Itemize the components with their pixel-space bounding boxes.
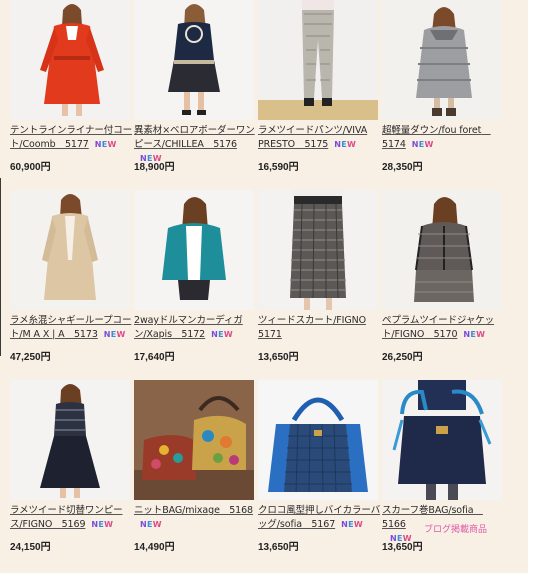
product-title-link[interactable]: ニットBAG/mixage 5168NEW	[134, 504, 258, 532]
product-price: 28,350円	[382, 162, 423, 173]
product-price: 17,640円	[134, 352, 175, 363]
product-price: 13,650円	[258, 352, 299, 363]
product-title-link[interactable]: 2wayドルマンカーディガン/Xapis 5172 NEW	[134, 314, 258, 342]
product-image-teal-cardigan[interactable]	[134, 190, 254, 310]
product-image-knit-bag[interactable]	[134, 380, 254, 500]
new-badge: NEW	[341, 520, 364, 529]
product-image-beige-coat[interactable]	[10, 190, 130, 310]
product-price: 18,900円	[134, 162, 175, 173]
new-badge: NEW	[411, 140, 434, 149]
product-price: 60,900円	[10, 162, 51, 173]
product-price: 26,250円	[382, 352, 423, 363]
product-price: 47,250円	[10, 352, 51, 363]
product-image-red-coat[interactable]	[10, 0, 130, 120]
left-divider	[0, 178, 1, 356]
new-badge: NEW	[94, 140, 117, 149]
product-title-link[interactable]: ツィードスカート/FIGNO 5171	[258, 314, 382, 342]
product-title-link[interactable]: テントラインライナー付コート/Coomb 5177 NEW	[10, 124, 134, 152]
new-badge: NEW	[334, 140, 357, 149]
new-badge: NEW	[211, 330, 234, 339]
right-margin	[528, 0, 546, 573]
product-title-link[interactable]: ペプラムツイードジャケット/FIGNO 5170 NEW	[382, 314, 506, 342]
product-image-navy-velour-dress[interactable]	[134, 0, 254, 120]
product-price: 16,590円	[258, 162, 299, 173]
new-badge: NEW	[463, 330, 486, 339]
product-price: 13,650円	[382, 542, 423, 553]
new-badge: NEW	[140, 520, 162, 529]
product-image-grey-down-coat[interactable]	[382, 0, 502, 120]
product-image-blue-croc-bag[interactable]	[258, 380, 378, 500]
product-image-tweed-dress[interactable]	[10, 380, 130, 500]
product-title-link[interactable]: クロコ風型押しバイカラーバッグ/sofia 5167 NEW	[258, 504, 382, 532]
product-image-tweed-skirt[interactable]	[258, 190, 378, 310]
new-badge: NEW	[103, 330, 126, 339]
blog-featured-note: ブログ掲載商品	[424, 525, 488, 535]
new-badge: NEW	[91, 520, 114, 529]
product-title-link[interactable]: 超軽量ダウン/fou foret 5174 NEW	[382, 124, 506, 152]
product-title-link[interactable]: ラメ糸混シャギーループコート/M A X | A 5173 NEW	[10, 314, 134, 342]
product-price: 24,150円	[10, 542, 51, 553]
product-price: 13,650円	[258, 542, 299, 553]
product-price: 14,490円	[134, 542, 175, 553]
product-image-navy-scarf-bag[interactable]	[382, 380, 502, 500]
product-title-link[interactable]: ラメツイード切替ワンピース/FIGNO 5169 NEW	[10, 504, 134, 532]
product-title-link[interactable]: ラメツイードパンツ/VIVA PRESTO 5175 NEW	[258, 124, 382, 152]
product-image-tweed-jacket[interactable]	[382, 190, 502, 310]
product-image-tweed-pants[interactable]	[258, 0, 378, 120]
